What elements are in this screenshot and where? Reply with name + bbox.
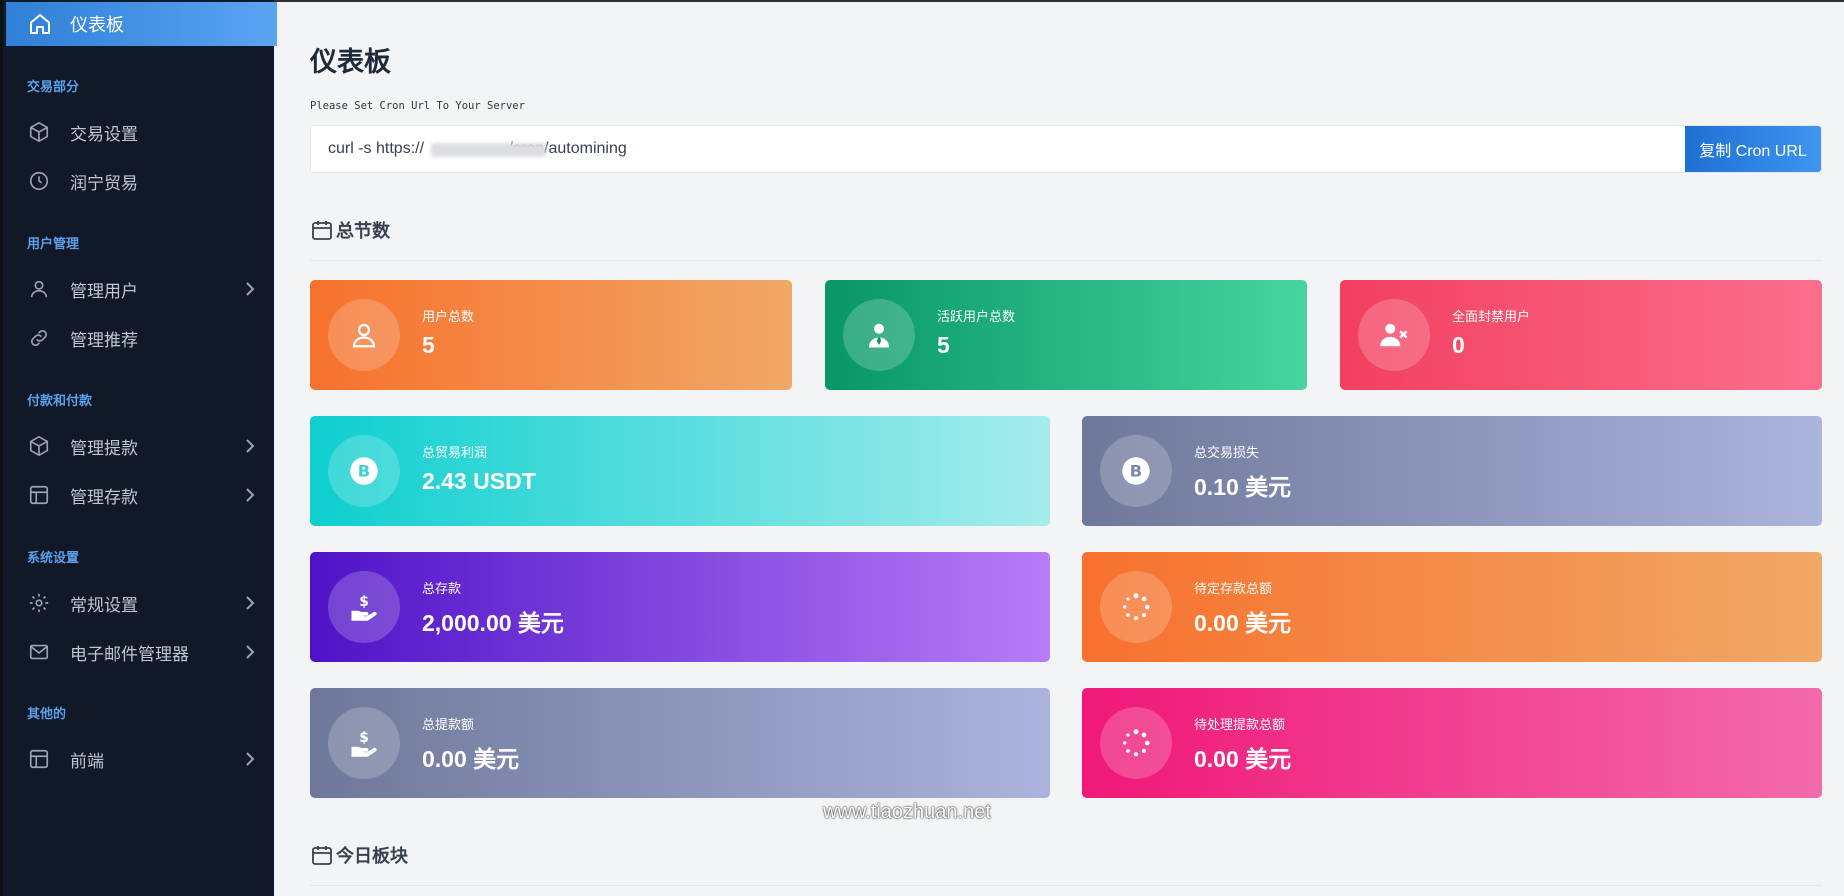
- stat-label: 总存款: [422, 582, 462, 597]
- section-heading-label: 总节数: [336, 221, 390, 242]
- sidebar-item-label: 润宁贸易: [70, 173, 138, 194]
- cron-label: Please Set Cron Url To Your Server: [310, 100, 525, 112]
- divider: [310, 260, 1822, 261]
- bitcoin-icon: B: [350, 457, 378, 485]
- sidebar-section-title: 用户管理: [27, 237, 80, 252]
- main-content: 仪表板 Please Set Cron Url To Your Server 复…: [274, 0, 1844, 896]
- stat-value: 0.00 美元: [1194, 610, 1292, 636]
- link-icon: [30, 329, 48, 347]
- stat-value: 0.10 美元: [1194, 474, 1292, 500]
- stat-label: 活跃用户总数: [937, 310, 1016, 325]
- sidebar-section-title: 系统设置: [27, 551, 80, 566]
- sidebar-item-frontend[interactable]: 前端: [6, 738, 277, 780]
- hand-dollar-icon: $: [351, 730, 377, 757]
- stat-label: 总交易损失: [1194, 446, 1260, 461]
- spinner-icon: [1123, 593, 1150, 621]
- sidebar-item-label: 前端: [70, 751, 104, 772]
- cube-icon: [29, 122, 49, 142]
- stat-value: 5: [937, 332, 950, 358]
- sidebar-item-withdrawals[interactable]: 管理提款: [6, 425, 277, 467]
- sidebar-section-title: 付款和付款: [27, 394, 93, 409]
- svg-text:B: B: [358, 462, 370, 481]
- chevron-right-icon: [246, 752, 255, 766]
- section-heading-today: 今日板块: [310, 842, 408, 868]
- sidebar-item-label: 仪表板: [70, 15, 124, 36]
- sidebar-item-email-manager[interactable]: 电子邮件管理器: [6, 631, 277, 673]
- stat-card-trade-profit: B 总贸易利润 2.43 USDT: [310, 416, 1050, 526]
- redacted-domain: [431, 143, 546, 157]
- sidebar-item-trade-settings[interactable]: 交易设置: [6, 111, 277, 153]
- layout-icon: [29, 749, 49, 769]
- stat-label: 总贸易利润: [422, 446, 488, 461]
- watermark: www.tiaozhuan.net: [823, 801, 991, 823]
- sidebar-item-label: 管理提款: [70, 438, 138, 459]
- sidebar-item-dashboard[interactable]: 仪表板: [6, 2, 277, 46]
- cube-icon: [29, 436, 49, 456]
- stat-label: 待处理提款总额: [1194, 718, 1286, 733]
- copy-cron-url-button[interactable]: 复制 Cron URL: [1685, 126, 1821, 172]
- sidebar-item-label: 管理用户: [70, 281, 138, 302]
- bitcoin-icon: B: [1122, 457, 1150, 485]
- clock-icon: [29, 171, 49, 191]
- svg-text:$: $: [359, 594, 369, 610]
- stat-card-pending-deposits: 待定存款总额 0.00 美元: [1082, 552, 1822, 662]
- svg-text:$: $: [359, 730, 369, 746]
- user-outline-icon: [352, 323, 376, 348]
- sidebar-item-label: 交易设置: [70, 124, 138, 145]
- chevron-right-icon: [246, 439, 255, 453]
- table-icon: [29, 485, 49, 505]
- stat-card-banned-users: 全面封禁用户 0: [1340, 280, 1822, 390]
- sidebar-item-label: 电子邮件管理器: [70, 644, 189, 665]
- chevron-right-icon: [246, 596, 255, 610]
- chevron-right-icon: [246, 282, 255, 296]
- user-tie-icon: [869, 323, 889, 348]
- stat-card-trade-loss: B 总交易损失 0.10 美元: [1082, 416, 1822, 526]
- sidebar-item-trade[interactable]: 润宁贸易: [6, 160, 277, 202]
- svg-text:B: B: [1130, 462, 1142, 481]
- chevron-right-icon: [246, 488, 255, 502]
- divider: [310, 885, 1822, 886]
- stat-card-total-withdrawals: $ 总提款额 0.00 美元: [310, 688, 1050, 798]
- calendar-icon: [312, 846, 332, 865]
- spinner-icon: [1123, 729, 1150, 757]
- sidebar: 仪表板 交易部分 交易设置 润宁贸易 用户管理 管理用户 管理推荐 付款和付款 …: [0, 0, 277, 896]
- sidebar-item-deposits[interactable]: 管理存款: [6, 474, 277, 516]
- sidebar-section-title: 其他的: [27, 707, 67, 722]
- sidebar-item-manage-users[interactable]: 管理用户: [6, 268, 277, 310]
- hand-dollar-icon: $: [351, 594, 377, 621]
- stat-label: 用户总数: [422, 310, 475, 325]
- user-x-icon: [1380, 323, 1408, 347]
- stat-card-total-users: 用户总数 5: [310, 280, 792, 390]
- stat-label: 全面封禁用户: [1452, 310, 1531, 325]
- gear-icon: [29, 593, 49, 613]
- stat-label: 待定存款总额: [1194, 582, 1273, 597]
- user-icon: [30, 280, 48, 298]
- stat-value: 2,000.00 美元: [422, 610, 564, 636]
- chevron-right-icon: [246, 645, 255, 659]
- stat-value: 5: [422, 332, 435, 358]
- sidebar-item-label: 常规设置: [70, 595, 138, 616]
- stat-value: 0: [1452, 332, 1465, 358]
- mail-icon: [29, 644, 49, 660]
- stat-value: 0.00 美元: [422, 746, 520, 772]
- cron-url-group: 复制 Cron URL: [310, 125, 1822, 173]
- home-icon: [30, 14, 50, 34]
- sidebar-section-title: 交易部分: [27, 80, 80, 95]
- stat-card-total-deposits: $ 总存款 2,000.00 美元: [310, 552, 1050, 662]
- stat-label: 总提款额: [422, 718, 475, 733]
- page-title: 仪表板: [310, 47, 391, 78]
- stat-value: 0.00 美元: [1194, 746, 1292, 772]
- sidebar-item-label: 管理存款: [70, 487, 138, 508]
- calendar-icon: [312, 221, 332, 240]
- sidebar-item-general-settings[interactable]: 常规设置: [6, 582, 277, 624]
- section-heading-totals: 总节数: [310, 217, 390, 243]
- stat-card-pending-withdrawals: 待处理提款总额 0.00 美元: [1082, 688, 1822, 798]
- sidebar-item-label: 管理推荐: [70, 330, 138, 351]
- sidebar-item-referrals[interactable]: 管理推荐: [6, 317, 277, 359]
- stat-value: 2.43 USDT: [422, 468, 536, 494]
- stat-card-active-users: 活跃用户总数 5: [825, 280, 1307, 390]
- section-heading-label: 今日板块: [336, 846, 408, 867]
